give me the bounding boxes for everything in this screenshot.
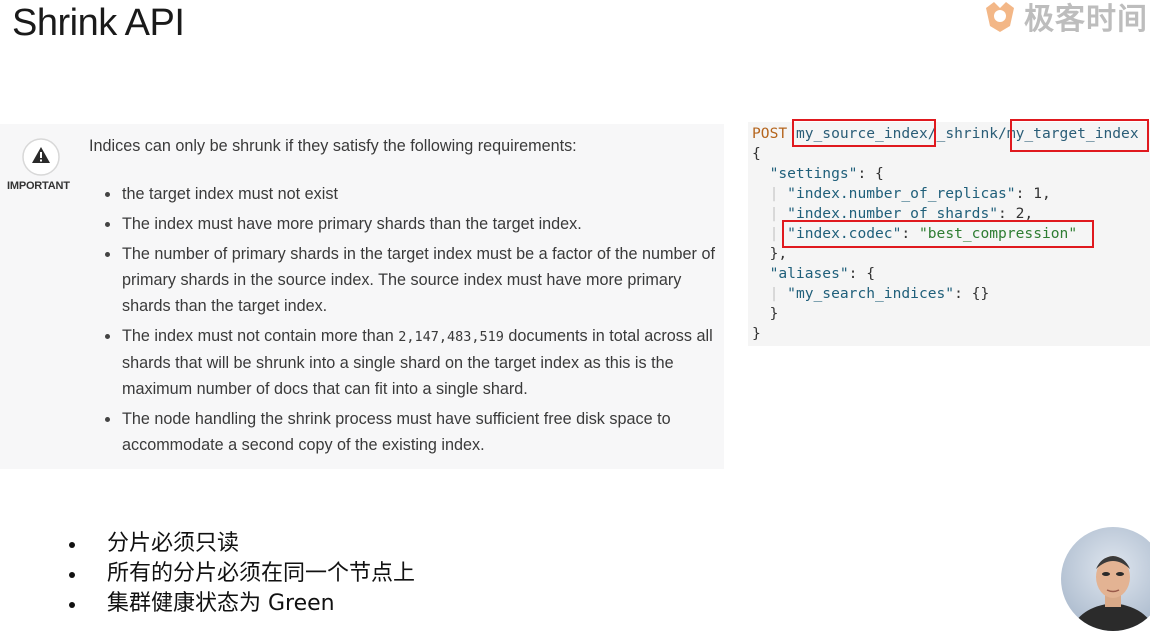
http-method: POST [752,125,788,142]
list-item: 分片必须只读 [68,529,415,559]
codec-highlight [782,220,1094,248]
code-brace: } [769,245,779,262]
max-docs-code: 2,147,483,519 [398,329,504,345]
list-item-text: The index must not contain more than [122,327,399,345]
code-brace: { [752,145,761,162]
requirements-list: the target index must not exist The inde… [104,181,720,462]
code-brace: { [866,265,876,282]
code-brace: { [875,165,884,182]
alias-value: {} [971,285,990,302]
brand-logo: 极客时间 [982,0,1148,38]
brand-logo-text: 极客时间 [1024,2,1148,37]
list-item: 所有的分片必须在同一个节点上 [68,559,415,589]
list-item: The index must not contain more than 2,1… [104,323,720,402]
list-item: The node handling the shrink process mus… [104,406,720,458]
settings-key: "settings" [769,165,858,182]
replicas-value: 1 [1033,185,1042,202]
brand-logo-icon [986,2,1014,32]
list-item: The number of primary shards in the targ… [104,241,720,319]
important-label: IMPORTANT [7,180,70,192]
requirements-intro: Indices can only be shrunk if they satis… [89,137,577,155]
shrink-endpoint: /_shrink/ [927,125,1007,142]
target-index-highlight [1010,119,1149,152]
list-item: 集群健康状态为 Green [68,589,415,619]
alias-name-key: "my_search_indices" [787,285,955,302]
list-item: The index must have more primary shards … [104,211,720,237]
list-item: the target index must not exist [104,181,720,207]
code-brace: } [752,325,761,342]
source-index-highlight [792,119,936,147]
replicas-key: "index.number_of_replicas" [787,185,1016,202]
code-brace: } [769,305,779,322]
aliases-key: "aliases" [769,265,849,282]
slide-title: Shrink API [12,2,185,44]
presenter-avatar [1061,527,1150,631]
warning-icon [21,137,61,177]
notes-list: 分片必须只读 所有的分片必须在同一个节点上 集群健康状态为 Green [68,529,415,619]
